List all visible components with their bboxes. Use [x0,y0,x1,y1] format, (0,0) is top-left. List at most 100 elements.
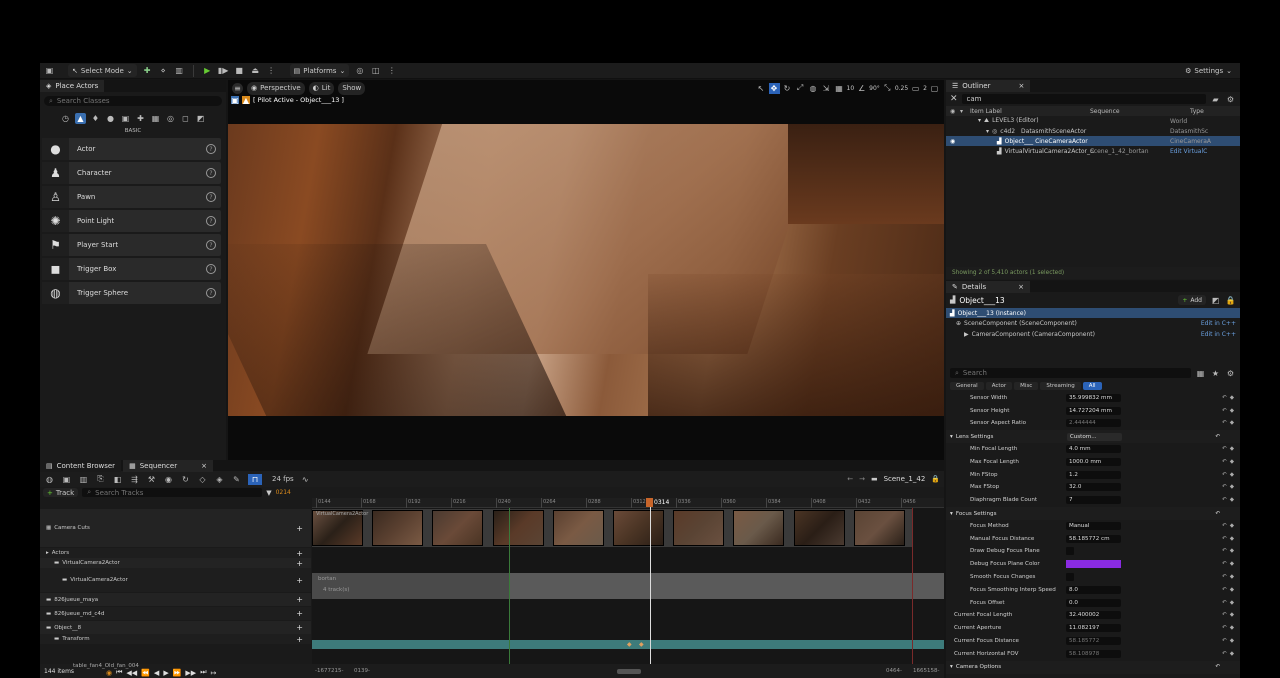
reset-icon[interactable]: ↶ [1222,638,1227,644]
volumes-icon[interactable]: ◎ [165,113,176,124]
tab-outliner[interactable]: ☰ Outliner × [946,80,1031,92]
reset-icon[interactable]: ↶ [1222,651,1227,657]
geometry-icon[interactable]: ▦ [150,113,161,124]
filter-misc[interactable]: Misc [1014,381,1039,390]
track-row[interactable]: ▬ Object__8 + [40,621,311,634]
keyframe-icon[interactable]: ◆ [1230,497,1234,503]
world-icon[interactable]: ◍ [44,474,55,485]
save-icon[interactable]: ▣ [44,65,55,76]
keyframe-marker[interactable]: ◆ [627,641,632,648]
range-out[interactable]: 0464- [886,668,902,674]
range-in[interactable]: 0139- [354,668,370,674]
reset-icon[interactable]: ↶ [1222,587,1227,593]
help-icon[interactable]: ? [206,168,216,178]
place-actors-search[interactable]: ⌕ [44,96,222,106]
reset-icon[interactable]: ↶ [1215,664,1220,670]
reset-icon[interactable]: ↶ [1222,612,1227,618]
reset-icon[interactable]: ↶ [1222,484,1227,490]
place-actor-item[interactable]: ⚑ Player Start? [42,234,221,256]
visibility-icon[interactable]: ◉ [950,138,970,145]
keyframe-icon[interactable]: ◆ [1230,523,1234,529]
lock-icon[interactable]: 🔒 [1225,295,1236,306]
property-value[interactable]: 11.082197 [1066,624,1121,633]
gear-icon[interactable]: ⚙ [1225,94,1236,105]
add-icon[interactable]: + [296,635,303,644]
reset-icon[interactable]: ↶ [1222,420,1227,426]
add-component-button[interactable]: + Add [1178,295,1206,305]
property-value[interactable]: 2.444444 [1066,419,1121,428]
keyframe-icon[interactable]: ◆ [1230,561,1234,567]
details-search-input[interactable] [962,369,1186,377]
world-icon[interactable]: ◍ [808,83,819,94]
checkbox[interactable] [1066,547,1074,556]
add-icon[interactable]: + [296,623,303,632]
place-actor-item[interactable]: ✺ Point Light? [42,210,221,232]
outliner-row[interactable]: ▟ VirtualVirtualCamera2Actor_C Scene_1_42_… [946,146,1240,156]
expand-arrow-icon[interactable]: ▾ [978,117,981,125]
range-start[interactable]: -1677215- [315,668,343,674]
lit-button[interactable]: ◐ Lit [308,81,335,95]
reset-icon[interactable]: ↶ [1222,395,1227,401]
edit-in-cpp-link[interactable]: Edit in C++ [1201,320,1236,327]
render-icon[interactable]: ⎘ [95,474,106,485]
select-tool-icon[interactable]: ↖ [756,83,767,94]
transform-track[interactable]: ◆ ◆ [312,640,944,649]
place-actor-item[interactable]: ● Actor? [42,138,221,160]
scale-tool-icon[interactable]: ⤢ [795,83,806,94]
tab-details[interactable]: ✎ Details × [946,281,1031,293]
property-value[interactable]: 58.185772 cm [1066,534,1121,543]
reset-icon[interactable]: ↶ [1222,446,1227,452]
camera-cuts-track[interactable]: VirtualCamera2Actor [312,509,912,547]
keyframe-icon[interactable]: ◆ [1230,638,1234,644]
add-icon[interactable]: + [296,524,303,533]
keyframe-icon[interactable]: ◇ [197,474,208,485]
sequence-name[interactable]: Scene_1_42 [884,475,926,483]
keyframe-icon[interactable]: ◆ [1230,484,1234,490]
property-value[interactable]: 8.0 [1066,585,1121,594]
keyframe-icon[interactable]: ◆ [1230,574,1234,580]
close-icon[interactable]: × [1018,283,1024,291]
visual-effects-icon[interactable]: ✚ [135,113,146,124]
help-icon[interactable]: ? [206,264,216,274]
lights-icon[interactable]: ♦ [90,113,101,124]
reset-icon[interactable]: ↶ [1215,511,1220,517]
place-actor-item[interactable]: ◍ Trigger Sphere? [42,282,221,304]
layout-icon[interactable]: ◫ [370,65,381,76]
perspective-button[interactable]: ◉ Perspective [247,81,305,95]
move-tool-icon[interactable]: ✥ [768,82,780,94]
keyframe-marker[interactable]: ◆ [639,641,644,648]
close-icon[interactable]: × [201,462,207,470]
loop-icon[interactable]: ↦ [211,669,217,677]
help-icon[interactable]: ? [206,192,216,202]
track-row[interactable]: ▬ 826jueue_maya + [40,593,311,606]
filter-icon[interactable]: ▼ [266,489,271,497]
keyframe-icon[interactable]: ◆ [1230,395,1234,401]
angle-snap-value[interactable]: 90° [869,85,880,92]
track-search-input[interactable] [95,488,258,497]
show-button[interactable]: Show [338,81,366,95]
horizontal-scrollbar[interactable] [617,669,641,674]
prev-key-icon[interactable]: ◀◀ [126,669,137,677]
track-row[interactable]: ▬ VirtualCamera2Actor + [40,568,311,592]
camera-speed-value[interactable]: 2 [923,85,927,92]
track-row[interactable]: ▬ Transform + [40,634,311,644]
property-value[interactable]: 7 [1066,496,1121,505]
help-icon[interactable]: ? [206,216,216,226]
filter-actor[interactable]: Actor [985,381,1013,390]
lock-icon[interactable]: 🔒 [931,475,940,483]
outliner-search[interactable] [961,94,1206,104]
more-classes-icon[interactable]: ◩ [195,113,206,124]
keyframe-icon[interactable]: ◆ [1230,625,1234,631]
snap-icon[interactable]: ⊓ [248,473,262,485]
favorite-icon[interactable]: ★ [1210,368,1221,379]
playhead[interactable] [650,498,651,664]
property-category[interactable]: ▾ Camera Options ↶ [946,660,1240,674]
playhead-handle[interactable] [646,498,653,507]
reset-icon[interactable]: ↶ [1222,574,1227,580]
eject-icon[interactable]: ⏏ [250,65,261,76]
reverse-icon[interactable]: ◀ [154,669,159,677]
keyframe-icon[interactable]: ◆ [1230,587,1234,593]
keyframe-icon[interactable]: ◆ [1230,548,1234,554]
keyframe-icon[interactable]: ◆ [1230,536,1234,542]
angle-snap-icon[interactable]: ∠ [856,83,867,94]
